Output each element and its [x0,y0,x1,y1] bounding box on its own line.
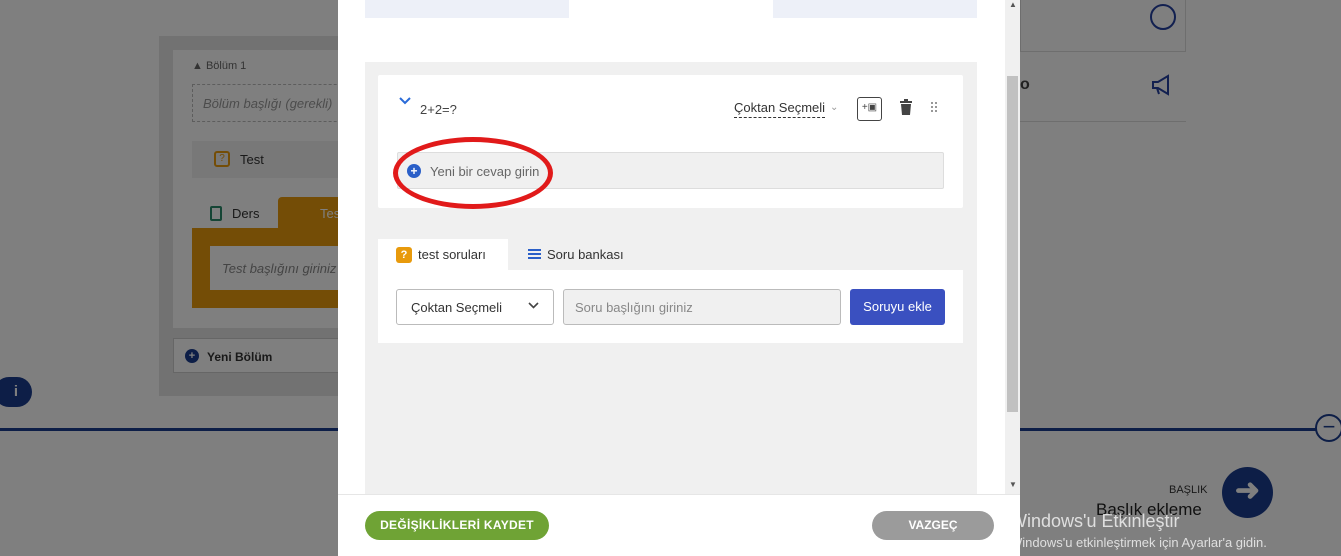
question-type-dropdown[interactable]: Çoktan Seçmeli [734,100,826,118]
modal-body: 2+2=? Çoktan Seçmeli ⌄ +▣ + Yeni bir cev… [365,62,977,494]
chevron-down-icon [528,300,539,314]
question-title-input[interactable]: Soru başlığını giriniz [563,289,841,325]
list-icon [528,249,541,260]
tab-question-bank[interactable]: Soru bankası [508,239,648,270]
add-question-button[interactable]: Soruyu ekle [850,289,945,325]
new-answer-input[interactable]: + Yeni bir cevap girin [397,152,944,189]
scroll-up-icon[interactable]: ▲ [1009,0,1017,9]
scroll-down-icon[interactable]: ▼ [1009,480,1017,489]
trash-icon[interactable] [900,99,912,115]
tab-question-bank-label: Soru bankası [547,247,624,262]
top-strip-left [365,0,569,18]
question-card: 2+2=? Çoktan Seçmeli ⌄ +▣ + Yeni bir cev… [378,75,963,208]
new-answer-placeholder: Yeni bir cevap girin [430,164,540,179]
question-bubble-icon: ? [396,247,412,263]
test-editor-modal: 2+2=? Çoktan Seçmeli ⌄ +▣ + Yeni bir cev… [338,0,1020,556]
chevron-down-icon[interactable] [398,94,412,108]
question-title[interactable]: 2+2=? [420,102,457,117]
scrollbar[interactable]: ▲ ▼ [1005,0,1020,494]
windows-activation-text: Windows'u etkinleştirmek için Ayarlar'a … [1010,535,1267,550]
modal-footer: DEĞİŞİKLİKLERİ KAYDET VAZGEÇ [338,494,1020,556]
windows-activation-title: Windows'u Etkinleştir [1010,511,1180,531]
save-changes-button[interactable]: DEĞİŞİKLİKLERİ KAYDET [365,511,549,540]
cancel-button[interactable]: VAZGEÇ [872,511,994,540]
add-image-icon[interactable]: +▣ [857,97,882,121]
question-type-select-value: Çoktan Seçmeli [411,300,503,315]
tab-test-questions-label: test soruları [418,247,486,262]
tab-test-questions[interactable]: ? test soruları [378,239,508,270]
question-type-select[interactable]: Çoktan Seçmeli [396,289,554,325]
chevron-down-icon[interactable]: ⌄ [830,102,838,113]
add-answer-icon[interactable]: + [407,164,421,178]
scrollbar-thumb[interactable] [1007,76,1018,412]
top-strip-right [773,0,977,18]
drag-handle-icon[interactable] [930,101,938,115]
add-question-card: Çoktan Seçmeli Soru başlığını giriniz So… [378,270,963,343]
